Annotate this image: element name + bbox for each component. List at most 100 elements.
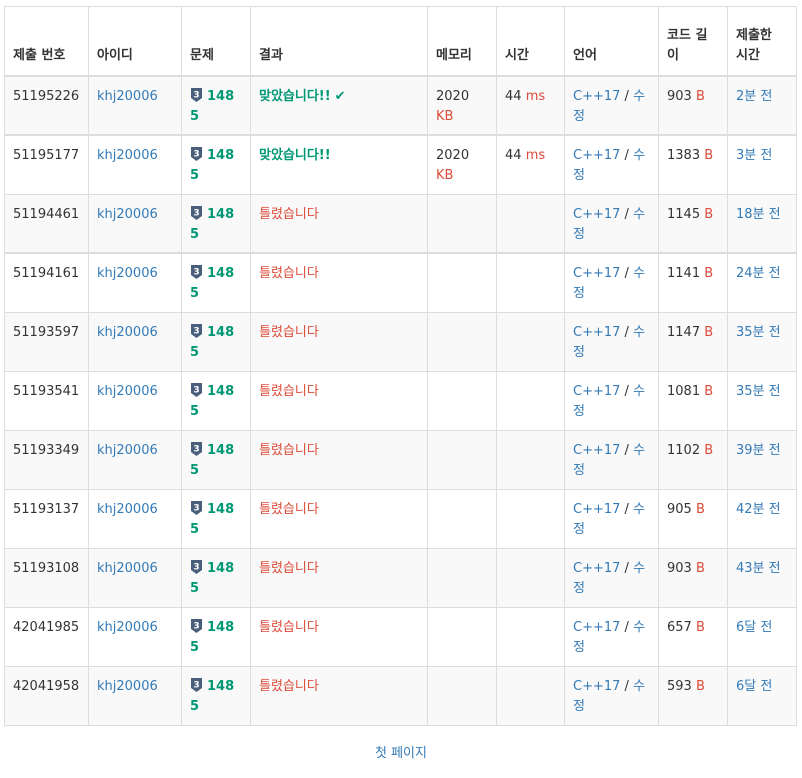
code-length-cell: 1147 B [658,311,728,372]
submission-id-cell: 51193597 [4,311,89,372]
svg-text:3: 3 [193,326,199,336]
submitted-time-cell: 35분 전 [727,370,797,431]
submitted-time-cell: 35분 전 [727,311,797,372]
code-length-cell: 657 B [658,606,728,667]
svg-text:3: 3 [193,444,199,454]
submission-id-cell: 51193108 [4,547,89,608]
language-link[interactable]: C++17 [573,325,620,340]
user-id-link[interactable]: khj20006 [97,443,158,458]
header-memory: 메모리 [427,6,497,77]
memory-cell [427,429,497,490]
code-length-unit: B [704,206,714,222]
language-link[interactable]: C++17 [573,679,620,694]
problem-link[interactable]: 3 1485 [190,500,234,537]
code-length-cell: 1141 B [658,252,728,313]
language-link[interactable]: C++17 [573,502,620,517]
code-length-value: 657 [667,619,692,635]
time-cell [496,370,565,431]
result-text: 틀렸습니다 [259,324,319,340]
language-link[interactable]: C++17 [573,384,620,399]
submitted-time-link[interactable]: 6달 전 [736,679,772,694]
user-id-link[interactable]: khj20006 [97,89,158,104]
result-cell: 틀렸습니다 [250,665,428,726]
language-link[interactable]: C++17 [573,620,620,635]
submitted-time-link[interactable]: 2분 전 [736,89,772,104]
result-cell: 틀렸습니다 [250,488,428,549]
user-id-link[interactable]: khj20006 [97,148,158,163]
submitted-time-link[interactable]: 43분 전 [736,561,781,576]
result-cell: 맞았습니다!! [250,134,428,195]
submission-id-cell: 51195226 [4,75,89,136]
result-cell: 틀렸습니다 [250,429,428,490]
user-id-link[interactable]: khj20006 [97,620,158,635]
language-link[interactable]: C++17 [573,207,620,222]
language-link[interactable]: C++17 [573,148,620,163]
user-id-link[interactable]: khj20006 [97,384,158,399]
problem-link[interactable]: 3 1485 [190,88,234,124]
submitted-time-link[interactable]: 6달 전 [736,620,772,635]
result-cell: 틀렸습니다 [250,370,428,431]
header-submission-id: 제출 번호 [4,6,89,77]
time-cell [496,606,565,667]
problem-link[interactable]: 3 1485 [190,677,234,714]
problem-link[interactable]: 3 1485 [190,265,234,301]
submitted-time-link[interactable]: 39분 전 [736,443,781,458]
submission-id: 42041985 [13,619,80,635]
submission-id-cell: 51193541 [4,370,89,431]
user-id-link[interactable]: khj20006 [97,679,158,694]
code-length-unit: B [695,619,705,635]
memory-unit: KB [436,109,454,124]
submitted-time-link[interactable]: 18분 전 [736,207,781,222]
problem-link[interactable]: 3 1485 [190,147,234,183]
language-link[interactable]: C++17 [573,561,620,576]
language-link[interactable]: C++17 [573,89,620,104]
user-id-link[interactable]: khj20006 [97,325,158,340]
submitted-time-link[interactable]: 24분 전 [736,266,781,281]
user-id-link[interactable]: khj20006 [97,502,158,517]
problem-link[interactable]: 3 1485 [190,205,234,242]
user-id-link[interactable]: khj20006 [97,207,158,222]
code-length-unit: B [704,324,714,340]
table-row: 51193108 khj20006 3 1485 틀렸습니다 C++17 / 수정… [4,547,797,608]
silver-3-tier-icon: 3 [191,500,202,515]
submitted-time-cell: 6달 전 [727,606,797,667]
problem-link[interactable]: 3 1485 [190,559,234,596]
language-cell: C++17 / 수정 [564,193,659,254]
silver-3-tier-icon: 3 [191,677,202,692]
code-length-value: 905 [667,501,692,517]
problem-link[interactable]: 3 1485 [190,323,234,360]
problem-link[interactable]: 3 1485 [190,441,234,478]
problem-link[interactable]: 3 1485 [190,382,234,419]
result-text: 틀렸습니다 [259,619,319,635]
code-length-value: 593 [667,678,692,694]
submission-id: 51194161 [13,266,80,281]
submitted-time-link[interactable]: 42분 전 [736,502,781,517]
submitted-time-link[interactable]: 35분 전 [736,325,781,340]
result-cell: 맞았습니다!! ✔ [250,75,428,136]
problem-cell: 3 1485 [181,311,251,372]
language-cell: C++17 / 수정 [564,134,659,195]
submitted-time-link[interactable]: 3분 전 [736,148,772,163]
first-page-link[interactable]: 첫 페이지 [375,746,427,761]
result-text: 맞았습니다!! [259,89,331,104]
memory-cell: 2020 KB [427,134,497,195]
submitted-time-cell: 24분 전 [727,252,797,313]
language-link[interactable]: C++17 [573,266,620,281]
problem-link[interactable]: 3 1485 [190,618,234,655]
memory-value: 2020 [436,89,470,104]
memory-cell [427,606,497,667]
result-cell: 틀렸습니다 [250,547,428,608]
language-link[interactable]: C++17 [573,443,620,458]
table-row: 42041985 khj20006 3 1485 틀렸습니다 C++17 / 수정… [4,606,797,667]
submitted-time-cell: 18분 전 [727,193,797,254]
user-id-link[interactable]: khj20006 [97,266,158,281]
submission-id: 51195177 [13,148,80,163]
user-id-link[interactable]: khj20006 [97,561,158,576]
code-length-unit: B [704,148,714,163]
time-cell: 44 ms [496,75,565,136]
submitted-time-cell: 39분 전 [727,429,797,490]
submitted-time-link[interactable]: 35분 전 [736,384,781,399]
svg-text:3: 3 [193,621,199,631]
code-length-cell: 903 B [658,547,728,608]
user-id-cell: khj20006 [88,665,182,726]
